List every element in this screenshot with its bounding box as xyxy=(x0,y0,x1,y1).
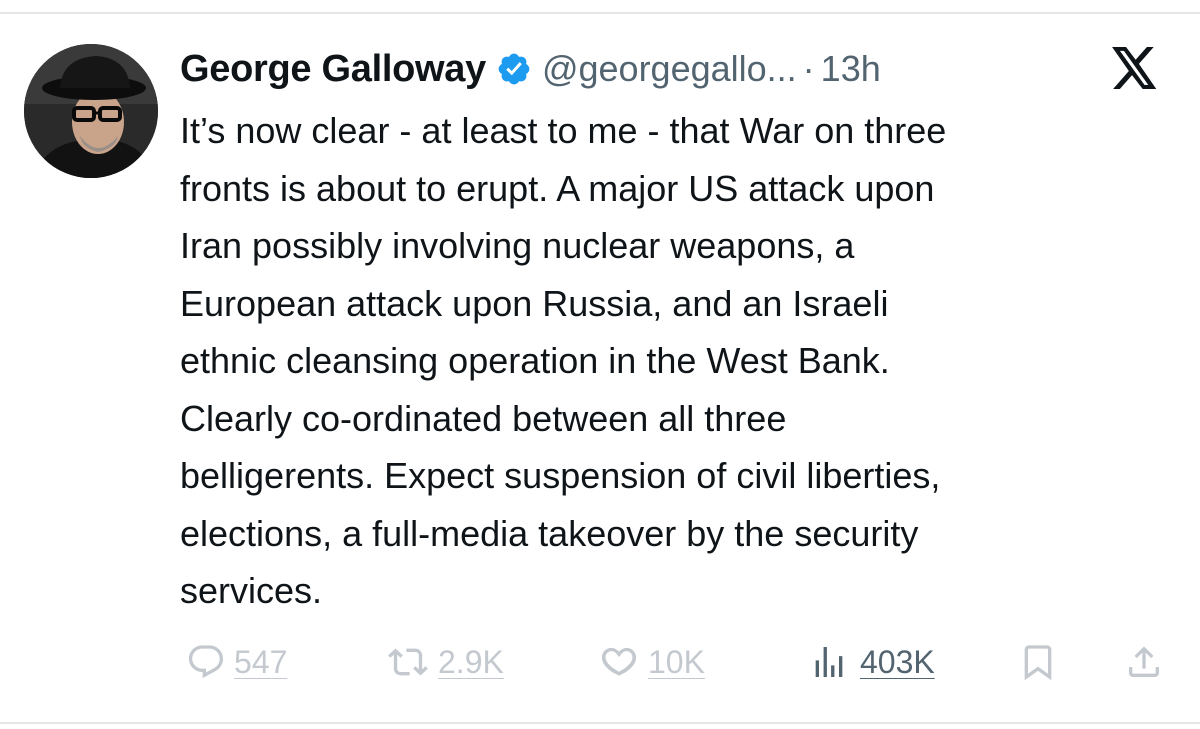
verified-badge-icon xyxy=(496,51,532,87)
views-chart-icon xyxy=(806,642,852,682)
tweet-text: It’s now clear - at least to me - that W… xyxy=(180,110,947,611)
repost-icon xyxy=(386,642,430,682)
bookmark-icon xyxy=(1018,641,1058,683)
x-logo-icon xyxy=(1112,47,1158,89)
share-button[interactable] xyxy=(1124,636,1164,688)
tweet-card[interactable]: George Galloway @georgegallo... · 13h It… xyxy=(0,0,1200,729)
heart-icon xyxy=(598,642,640,682)
author-display-name[interactable]: George Galloway xyxy=(180,48,486,91)
views-count: 403K xyxy=(860,643,935,680)
reply-count: 547 xyxy=(234,643,288,680)
views-button[interactable]: 403K xyxy=(806,636,935,688)
timestamp[interactable]: 13h xyxy=(821,48,881,90)
avatar-image xyxy=(24,44,158,178)
tweet-actions: 547 2.9K 10K 403K xyxy=(180,636,1170,688)
reply-icon xyxy=(186,642,226,682)
tweet-header: George Galloway @georgegallo... · 13h xyxy=(180,44,881,94)
bottom-divider xyxy=(0,722,1200,724)
repost-button[interactable]: 2.9K xyxy=(386,636,504,688)
bookmark-button[interactable] xyxy=(1018,636,1058,688)
share-icon xyxy=(1124,641,1164,683)
avatar[interactable] xyxy=(24,44,158,178)
separator-dot: · xyxy=(802,48,815,89)
reply-button[interactable]: 547 xyxy=(186,636,287,688)
repost-count: 2.9K xyxy=(438,643,504,680)
like-count: 10K xyxy=(648,643,705,680)
like-button[interactable]: 10K xyxy=(598,636,705,688)
author-handle[interactable]: @georgegallo... xyxy=(542,48,797,90)
